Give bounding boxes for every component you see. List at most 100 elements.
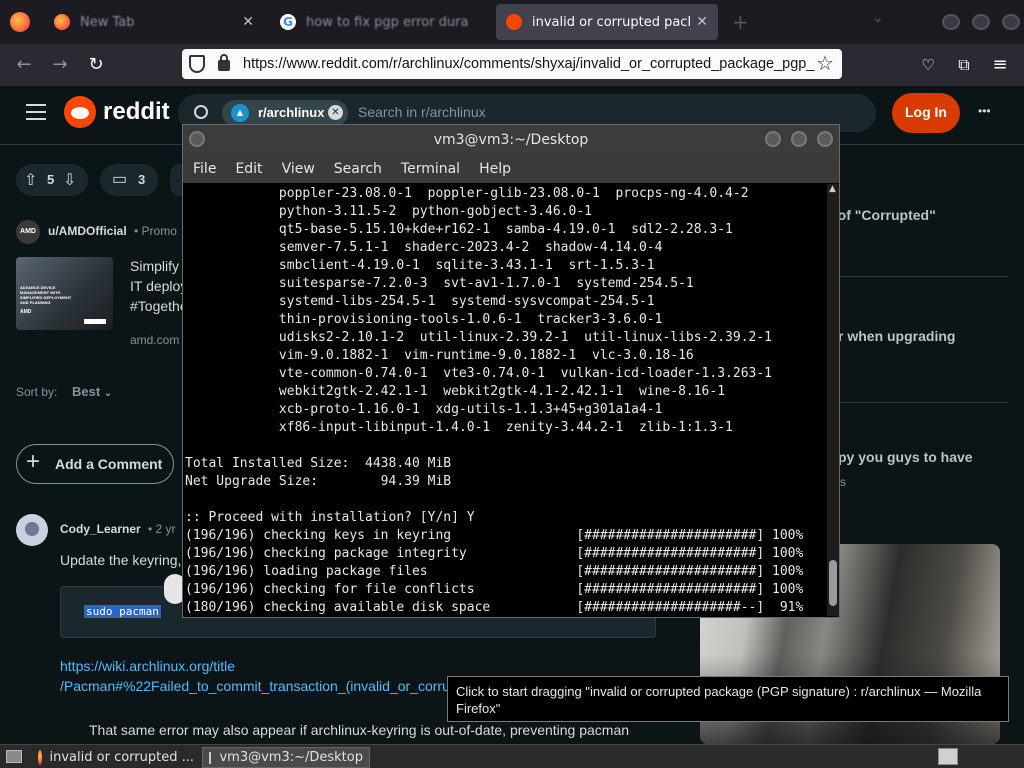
reddit-icon xyxy=(506,14,522,30)
more-options-icon[interactable]: ••• xyxy=(978,104,991,118)
archlinux-icon: ▲ xyxy=(231,104,249,122)
ad-author[interactable]: u/AMDOfficial xyxy=(48,224,127,238)
tab-label: invalid or corrupted package xyxy=(532,14,690,30)
sidebar-divider xyxy=(840,402,1008,403)
list-all-tabs-icon[interactable]: ⌄ xyxy=(872,10,884,26)
terminal-line: (180/196) checking available disk space … xyxy=(185,600,804,615)
firefox-icon xyxy=(54,14,70,30)
terminal-line: vte-common-0.74.0-1 vte3-0.74.0-1 vulkan… xyxy=(185,366,772,381)
app-menu-icon[interactable]: ≡ xyxy=(988,53,1012,77)
terminal-line: Total Installed Size: 4438.40 MiB xyxy=(185,456,452,471)
shield-icon[interactable] xyxy=(189,55,205,73)
search-placeholder: Search in r/archlinux xyxy=(358,104,486,120)
menu-help[interactable]: Help xyxy=(479,161,511,177)
terminal-line: semver-7.5.1-1 shaderc-2023.4-2 shadow-4… xyxy=(185,240,663,255)
comment-count: 3 xyxy=(138,172,146,187)
menu-file[interactable]: File xyxy=(193,161,216,177)
reload-icon[interactable]: ↻ xyxy=(84,53,108,77)
close-icon[interactable]: ✕ xyxy=(690,14,708,30)
scrollbar-thumb[interactable] xyxy=(829,560,837,606)
wiki-link-line1[interactable]: https://wiki.archlinux.org/title xyxy=(60,658,235,674)
remove-chip-icon[interactable]: ✕ xyxy=(328,105,343,120)
menu-terminal[interactable]: Terminal xyxy=(401,161,460,177)
terminal-title[interactable]: vm3@vm3:~/Desktop xyxy=(183,125,839,155)
terminal-scrollbar[interactable]: ▲ xyxy=(827,184,839,616)
amd-avatar[interactable]: AMD xyxy=(16,220,40,244)
terminal-window[interactable]: vm3@vm3:~/Desktop File Edit View Search … xyxy=(182,124,840,618)
terminal-line: xf86-input-libinput-1.4.0-1 zenity-3.44.… xyxy=(185,420,733,435)
maximize-window-button[interactable] xyxy=(972,14,990,30)
tab-label: how to fix pgp error dura xyxy=(306,14,469,30)
related-post-2[interactable]: r when upgrading xyxy=(838,328,955,344)
terminal-line: systemd-libs-254.5-1 systemd-sysvcompat-… xyxy=(185,294,655,309)
related-post-3[interactable]: py you guys to have xyxy=(838,449,973,465)
sidebar-divider xyxy=(840,276,1008,277)
terminal-menu-circle-button[interactable] xyxy=(189,131,205,147)
scroll-up-arrow-icon[interactable]: ▲ xyxy=(829,184,836,194)
terminal-line: poppler-23.08.0-1 poppler-glib-23.08.0-1… xyxy=(185,186,749,201)
minimize-window-button[interactable] xyxy=(942,14,960,30)
new-tab-button[interactable]: + xyxy=(732,10,749,34)
taskbar: invalid or corrupted ... vm3@vm3:~/Deskt… xyxy=(0,744,1024,768)
bookmark-star-icon[interactable]: ☆ xyxy=(816,51,834,75)
code-text[interactable]: sudo pacman xyxy=(84,605,161,618)
extensions-icon[interactable]: ⧉ xyxy=(952,53,976,77)
sort-dropdown[interactable]: Best ⌄ xyxy=(72,384,112,399)
workspace-switcher-icon[interactable] xyxy=(938,748,958,765)
comments-button[interactable] xyxy=(100,164,158,196)
related-post-1[interactable]: e of "Corrupted" xyxy=(826,207,936,223)
menu-search[interactable]: Search xyxy=(334,161,382,177)
hamburger-menu-icon[interactable] xyxy=(26,104,46,120)
terminal-line: (196/196) checking package integrity [##… xyxy=(185,546,804,561)
drag-tooltip: Click to start dragging "invalid or corr… xyxy=(447,676,1009,722)
comment-author[interactable]: Cody_Learner xyxy=(60,522,141,536)
terminal-output[interactable]: poppler-23.08.0-1 poppler-glib-23.08.0-1… xyxy=(185,184,825,616)
ad-text-line2[interactable]: IT deploy xyxy=(130,278,187,294)
tab-google-search[interactable]: G how to fix pgp error dura xyxy=(270,4,490,40)
ad-thumbnail[interactable]: ADVANCE DEVICE MANAGEMENT WITH SIMPLIFIE… xyxy=(16,257,113,330)
menu-edit[interactable]: Edit xyxy=(235,161,262,177)
pocket-icon[interactable]: ♡ xyxy=(916,53,940,77)
terminal-line: (196/196) loading package files [#######… xyxy=(185,564,804,579)
login-button-label: Log In xyxy=(905,104,947,120)
terminal-line: qt5-base-5.15.10+kde+r162-1 samba-4.19.0… xyxy=(185,222,733,237)
tab-new-tab[interactable]: New Tab ✕ xyxy=(44,4,264,40)
firefox-menu-icon[interactable] xyxy=(10,12,30,32)
ad-thumbnail-caption: ADVANCE DEVICE MANAGEMENT WITH SIMPLIFIE… xyxy=(20,285,72,305)
taskbar-firefox[interactable]: invalid or corrupted ... xyxy=(32,747,200,768)
close-window-button[interactable] xyxy=(1002,14,1020,30)
upvote-icon[interactable]: ⇧ xyxy=(24,170,37,190)
ad-thumbnail-button xyxy=(84,319,106,324)
tab-reddit-active[interactable]: invalid or corrupted package ✕ xyxy=(496,4,718,40)
reddit-wordmark[interactable]: reddit xyxy=(103,98,170,126)
menu-view[interactable]: View xyxy=(282,161,315,177)
promoted-label: • Promo xyxy=(134,224,177,238)
downvote-icon[interactable]: ⇩ xyxy=(63,170,76,190)
ad-domain[interactable]: amd.com xyxy=(130,333,179,347)
browser-tab-bar: New Tab ✕ G how to fix pgp error dura in… xyxy=(0,0,1024,44)
terminal-close-button[interactable] xyxy=(817,131,833,147)
ad-text-line1[interactable]: Simplify xyxy=(130,258,179,274)
commenter-avatar[interactable] xyxy=(16,514,48,546)
back-arrow-icon[interactable]: ← xyxy=(12,53,36,77)
terminal-line: thin-provisioning-tools-1.0.6-1 tracker3… xyxy=(185,312,663,327)
ad-text-line3[interactable]: #Togethe xyxy=(130,298,188,314)
plus-icon: + xyxy=(26,448,41,475)
terminal-minimize-button[interactable] xyxy=(765,131,781,147)
taskbar-terminal[interactable]: vm3@vm3:~/Desktop xyxy=(202,747,370,768)
url-input[interactable]: https://www.reddit.com/r/archlinux/comme… xyxy=(182,49,842,79)
terminal-maximize-button[interactable] xyxy=(791,131,807,147)
sort-value: Best xyxy=(72,384,101,399)
terminal-menubar: File Edit View Search Terminal Help xyxy=(183,155,839,183)
tooltip-line2: Firefox" xyxy=(456,701,501,716)
wiki-link-line2[interactable]: /Pacman#%22Failed_to_commit_transaction_… xyxy=(60,678,450,694)
show-desktop-icon[interactable] xyxy=(6,750,22,763)
forward-arrow-icon[interactable]: → xyxy=(48,53,72,77)
reddit-logo-icon[interactable] xyxy=(64,96,96,128)
comment-text: Update the keyring, xyxy=(60,552,182,568)
close-icon[interactable]: ✕ xyxy=(242,14,254,30)
terminal-line: python-3.11.5-2 python-gobject-3.46.0-1 xyxy=(185,204,592,219)
comment-time-text: 2 yr xyxy=(155,522,176,536)
